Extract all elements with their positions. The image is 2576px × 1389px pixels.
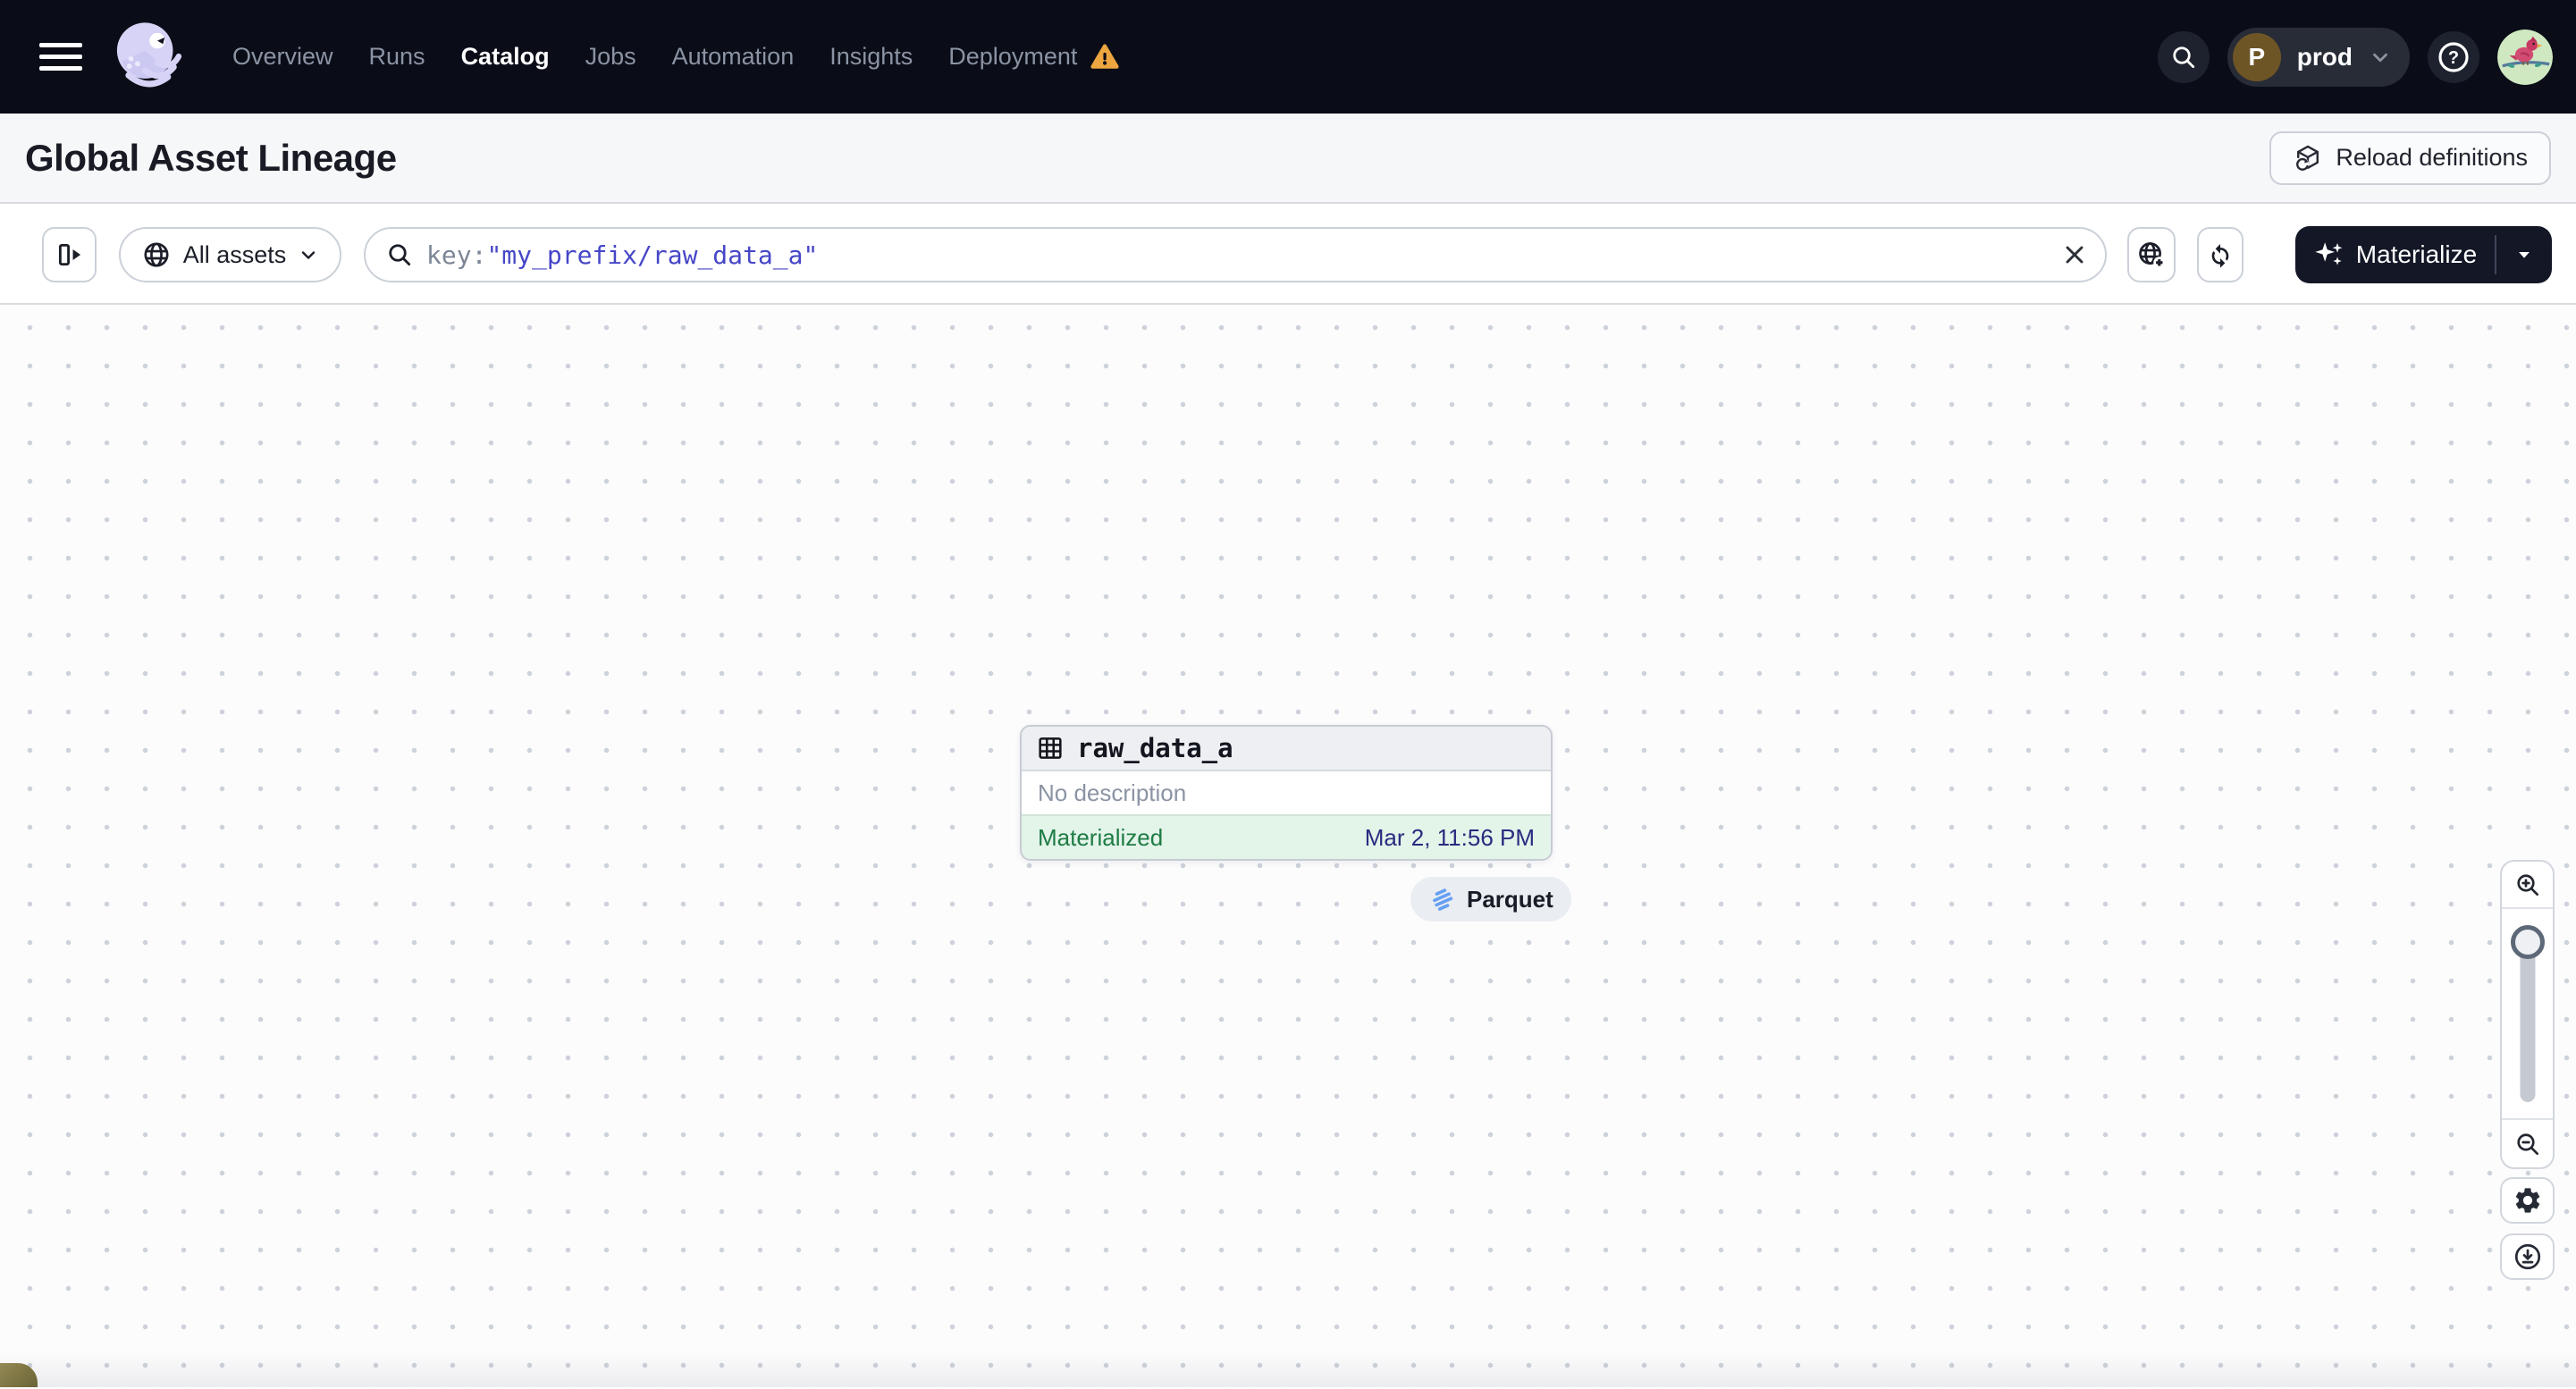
expand-panel-icon — [55, 240, 85, 270]
chevron-down-icon — [2369, 46, 2392, 69]
graph-settings-button[interactable] — [2500, 1177, 2555, 1224]
open-side-panel-button[interactable] — [42, 227, 97, 282]
open-in-new-scope-button[interactable] — [2127, 227, 2176, 282]
download-circle-icon — [2513, 1242, 2543, 1272]
globe-plus-icon — [2136, 240, 2167, 270]
asset-node-raw-data-a[interactable]: raw_data_a No description Materialized M… — [1020, 725, 1553, 861]
nav-item-overview[interactable]: Overview — [232, 43, 333, 71]
search-query-prefix: key: — [426, 240, 487, 270]
page-title: Global Asset Lineage — [25, 136, 397, 179]
materialized-status: Materialized — [1038, 823, 1164, 851]
materialize-options-button[interactable] — [2496, 226, 2552, 283]
page-header: Global Asset Lineage Reload definitions — [0, 114, 2576, 204]
sparkles-icon — [2313, 240, 2344, 270]
zoom-out-button[interactable] — [2502, 1118, 2553, 1167]
zoom-control-panel — [2500, 860, 2555, 1169]
warning-triangle-icon — [1090, 42, 1120, 72]
lineage-graph-canvas[interactable]: raw_data_a No description Materialized M… — [0, 305, 2576, 1387]
nav-item-catalog[interactable]: Catalog — [461, 43, 550, 71]
zoom-in-icon — [2513, 871, 2542, 899]
asset-node-header: raw_data_a — [1022, 727, 1551, 771]
reload-definitions-label: Reload definitions — [2336, 144, 2528, 171]
asset-scope-dropdown[interactable]: All assets — [119, 227, 341, 282]
lineage-toolbar: All assets key:"my_prefix/raw_data_a" Ma… — [0, 204, 2576, 305]
question-circle-icon: ? — [2436, 39, 2471, 75]
gear-icon — [2513, 1185, 2543, 1216]
zoom-slider[interactable] — [2502, 909, 2553, 1118]
hamburger-menu-icon[interactable] — [39, 36, 82, 78]
user-avatar[interactable] — [2497, 29, 2553, 85]
parquet-icon — [1428, 885, 1457, 913]
asset-scope-label: All assets — [182, 240, 287, 268]
cube-reload-icon — [2293, 143, 2323, 173]
materialize-split-button: Materialize — [2295, 226, 2552, 283]
materialize-label: Materialize — [2355, 240, 2478, 268]
deployment-name: prod — [2296, 42, 2353, 71]
primary-nav: Overview Runs Catalog Jobs Automation In… — [232, 42, 1120, 72]
nav-item-deployment[interactable]: Deployment — [948, 43, 1077, 71]
nav-item-insights[interactable]: Insights — [829, 43, 913, 71]
deployment-switcher[interactable]: P prod — [2227, 27, 2410, 87]
compute-kind-tag-parquet[interactable]: Parquet — [1410, 877, 1571, 922]
globe-icon — [141, 240, 172, 270]
asset-node-description: No description — [1038, 779, 1187, 806]
materialize-button[interactable]: Materialize — [2295, 226, 2495, 283]
caret-down-icon — [2513, 243, 2536, 266]
compute-kind-label: Parquet — [1467, 885, 1553, 913]
nav-item-runs[interactable]: Runs — [369, 43, 425, 71]
top-navbar: Overview Runs Catalog Jobs Automation In… — [0, 0, 2576, 114]
asset-name: raw_data_a — [1077, 733, 1233, 763]
materialized-timestamp[interactable]: Mar 2, 11:56 PM — [1365, 824, 1535, 852]
asset-search-input[interactable]: key:"my_prefix/raw_data_a" — [364, 227, 2107, 282]
zoom-in-button[interactable] — [2502, 862, 2553, 909]
nav-item-jobs[interactable]: Jobs — [585, 43, 636, 71]
global-search-button[interactable] — [2157, 30, 2210, 83]
clear-search-button[interactable] — [2060, 240, 2089, 269]
bottom-shade — [0, 1351, 2576, 1387]
download-graph-button[interactable] — [2500, 1233, 2555, 1280]
nav-item-automation[interactable]: Automation — [672, 43, 795, 71]
refresh-graph-button[interactable] — [2197, 227, 2243, 282]
zoom-out-icon — [2513, 1130, 2542, 1158]
chevron-down-icon — [298, 244, 319, 265]
deployment-initial-badge: P — [2232, 32, 2281, 81]
search-icon — [2169, 43, 2198, 72]
zoom-slider-thumb[interactable] — [2510, 925, 2545, 959]
cutoff-element-corner — [0, 1363, 38, 1387]
help-button[interactable]: ? — [2428, 30, 2479, 83]
refresh-icon — [2206, 240, 2235, 269]
search-icon — [385, 240, 414, 269]
dagster-logo-icon[interactable] — [105, 16, 188, 98]
svg-text:?: ? — [2448, 48, 2459, 68]
reload-definitions-button[interactable]: Reload definitions — [2269, 130, 2551, 185]
table-icon — [1036, 734, 1065, 762]
asset-node-status-row: Materialized Mar 2, 11:56 PM — [1022, 814, 1551, 859]
search-query-value: "my_prefix/raw_data_a" — [486, 240, 819, 270]
